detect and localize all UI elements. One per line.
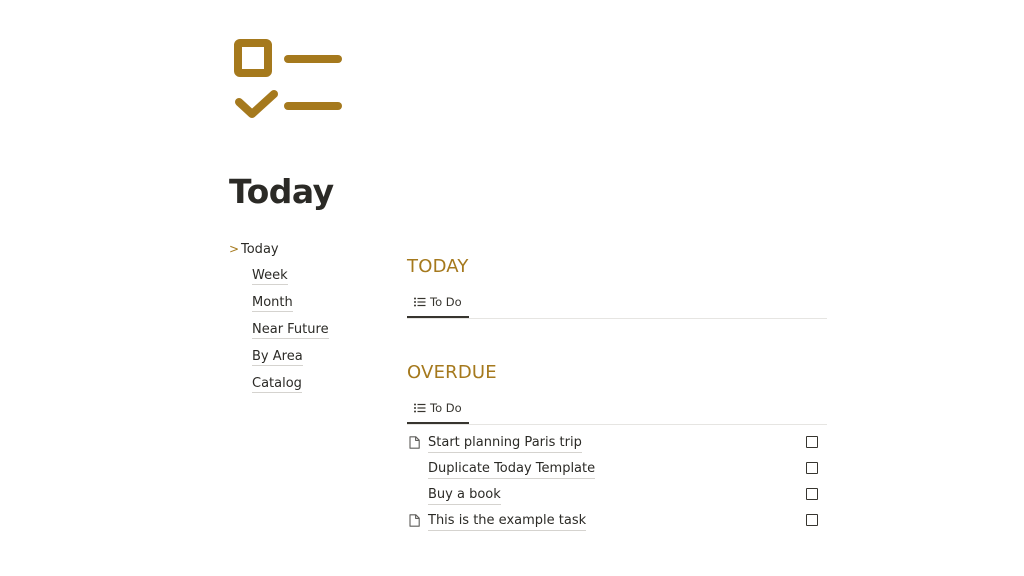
nav-item-by-area: By Area <box>229 347 379 374</box>
task-title[interactable]: Start planning Paris trip <box>428 434 582 453</box>
page-title: Today <box>229 172 334 211</box>
nav-link-near-future[interactable]: Near Future <box>252 322 329 339</box>
caret-right-icon: > <box>229 242 240 256</box>
nav-link-catalog[interactable]: Catalog <box>252 376 302 393</box>
nav-link-week[interactable]: Week <box>252 268 288 285</box>
nav-item-label: Today <box>241 242 279 257</box>
task-row: Duplicate Today Template <box>407 457 827 483</box>
overdue-section: OVERDUE To Do Start planning Paris trip … <box>407 362 827 535</box>
page-nav: > Today Week Month Near Future By Area Ca… <box>229 239 379 401</box>
checklist-icon <box>234 39 342 118</box>
task-row: Buy a book <box>407 483 827 509</box>
view-tab-label: To Do <box>430 401 462 415</box>
task-checkbox[interactable] <box>806 488 818 500</box>
nav-item-near-future: Near Future <box>229 320 379 347</box>
nav-item-today[interactable]: > Today <box>229 239 379 266</box>
task-list: Start planning Paris trip Duplicate Toda… <box>407 431 827 535</box>
section-heading-today: TODAY <box>407 256 469 277</box>
list-icon <box>414 403 426 412</box>
section-heading-overdue: OVERDUE <box>407 362 497 383</box>
nav-item-month: Month <box>229 293 379 320</box>
list-icon <box>414 297 426 306</box>
nav-link-month[interactable]: Month <box>252 295 293 312</box>
view-tab-label: To Do <box>430 295 462 309</box>
page: Today > Today Week Month Near Future By A… <box>0 0 1024 576</box>
task-row: This is the example task <box>407 509 827 535</box>
nav-item-week: Week <box>229 266 379 293</box>
nav-item-catalog: Catalog <box>229 374 379 401</box>
today-section: TODAY To Do <box>407 256 827 319</box>
task-checkbox[interactable] <box>806 462 818 474</box>
view-tab-to-do[interactable]: To Do <box>407 390 469 424</box>
view-tabs-overdue: To Do <box>407 390 827 425</box>
task-title[interactable]: Duplicate Today Template <box>428 460 596 479</box>
task-title[interactable]: Buy a book <box>428 486 501 505</box>
view-tabs-today: To Do <box>407 284 827 319</box>
view-tab-to-do[interactable]: To Do <box>407 284 469 318</box>
nav-link-by-area[interactable]: By Area <box>252 349 303 366</box>
task-checkbox[interactable] <box>806 514 818 526</box>
document-icon <box>409 436 420 449</box>
task-checkbox[interactable] <box>806 436 818 448</box>
task-row: Start planning Paris trip <box>407 431 827 457</box>
task-title[interactable]: This is the example task <box>428 512 587 531</box>
document-icon <box>409 514 420 527</box>
